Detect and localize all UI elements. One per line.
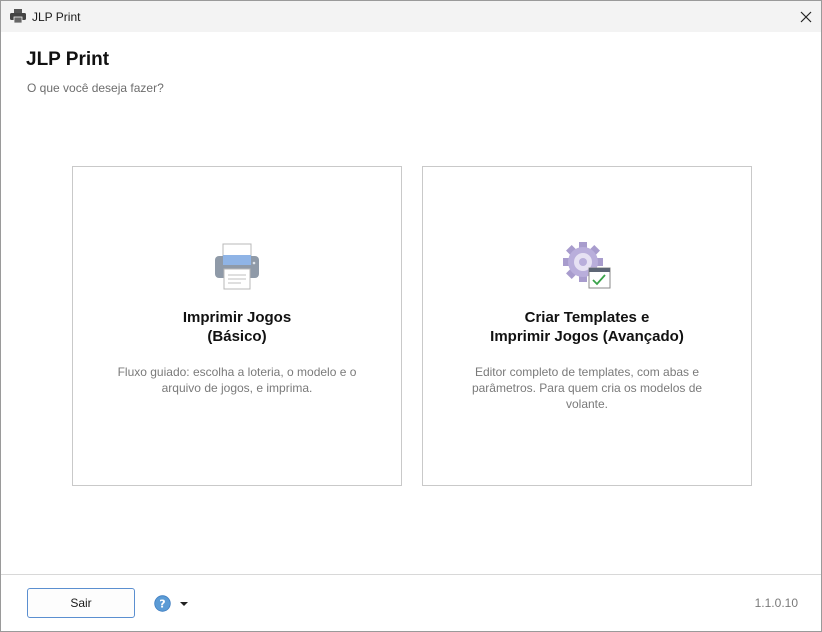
- help-icon: ?: [154, 594, 171, 612]
- svg-text:?: ?: [159, 597, 165, 610]
- card-title-line: Imprimir Jogos: [182, 309, 292, 326]
- page-title: JLP Print: [26, 49, 110, 70]
- card-description: Editor completo de templates, com abas e…: [471, 365, 703, 411]
- card-title: Imprimir Jogos (Básico): [73, 308, 401, 346]
- card-title-line: Criar Templates e: [524, 309, 650, 326]
- version-label: 1.1.0.10: [754, 596, 798, 610]
- close-icon: [800, 11, 812, 22]
- basic-print-card[interactable]: Imprimir Jogos (Básico) Fluxo guiado: es…: [72, 166, 402, 486]
- app-window: JLP Print JLP Print O que você deseja fa…: [0, 0, 822, 632]
- footer: Sair ? 1.1.0.10: [1, 575, 821, 631]
- page-subtitle: O que você deseja fazer?: [27, 81, 164, 95]
- gear-checklist-icon: [563, 242, 611, 289]
- printer-icon: [215, 243, 259, 290]
- window-title: JLP Print: [32, 10, 81, 24]
- exit-button[interactable]: Sair: [27, 588, 135, 618]
- card-description: Fluxo guiado: escolha a loteria, o model…: [117, 365, 357, 395]
- help-dropdown-button[interactable]: ?: [154, 594, 192, 612]
- card-title-line: (Básico): [207, 328, 267, 345]
- card-title: Criar Templates e Imprimir Jogos (Avança…: [423, 308, 751, 346]
- chevron-down-icon: [180, 601, 188, 606]
- title-bar[interactable]: JLP Print: [1, 1, 821, 32]
- advanced-templates-card[interactable]: Criar Templates e Imprimir Jogos (Avança…: [422, 166, 752, 486]
- close-button[interactable]: [791, 1, 821, 32]
- printer-icon: [10, 9, 26, 23]
- card-title-line: Imprimir Jogos (Avançado): [490, 328, 684, 345]
